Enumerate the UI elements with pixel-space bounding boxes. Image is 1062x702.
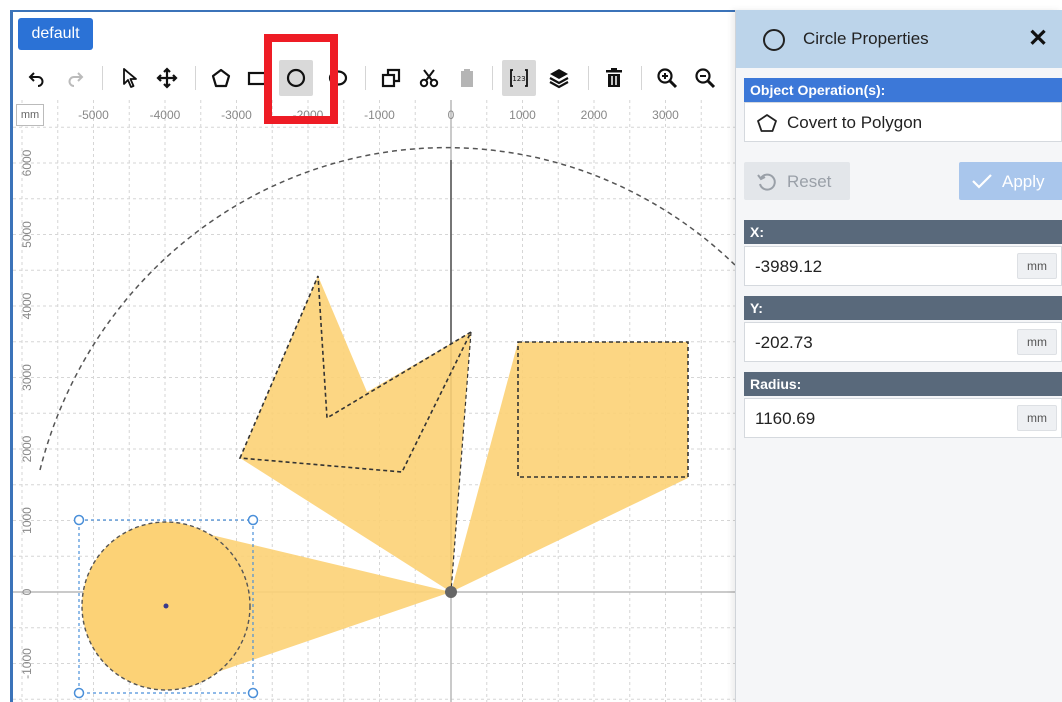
- zoom-in-icon: [657, 68, 678, 89]
- toolbar: 123: [14, 56, 739, 100]
- y-ruler-label: 2000: [20, 435, 34, 462]
- apply-label: Apply: [1002, 172, 1045, 191]
- rectangle-button[interactable]: [240, 60, 274, 96]
- rectangle-fan-shape[interactable]: [451, 342, 688, 592]
- x-ruler-label: 0: [448, 108, 455, 122]
- redo-icon: [68, 72, 84, 87]
- layer-tag[interactable]: default: [18, 18, 93, 50]
- x-ruler-label: -3000: [221, 108, 252, 122]
- pointer-icon: [123, 68, 137, 88]
- layers-icon: [549, 69, 569, 89]
- x-unit-button[interactable]: mm: [1017, 253, 1057, 279]
- x-ruler-label: -1000: [364, 108, 395, 122]
- move-icon: [156, 67, 178, 89]
- reset-label: Reset: [787, 172, 832, 191]
- toolbar-separator: [492, 66, 493, 90]
- x-ruler-label: -2000: [293, 108, 324, 122]
- zoom-in-button[interactable]: [650, 60, 684, 96]
- polygon-icon: [757, 114, 777, 132]
- polygon-fan-shape[interactable]: [240, 276, 471, 592]
- checkmark-icon: [972, 174, 992, 189]
- paste-button[interactable]: [450, 60, 484, 96]
- x-ruler-label: 3000: [652, 108, 679, 122]
- y-ruler-label: 6000: [20, 149, 34, 176]
- reset-icon: [757, 173, 776, 191]
- x-ruler-label: 1000: [509, 108, 536, 122]
- undo-icon: [28, 72, 44, 87]
- resize-handle-top-right[interactable]: [247, 514, 259, 526]
- x-ruler-label: -5000: [78, 108, 109, 122]
- x-field[interactable]: -3989.12 mm: [744, 246, 1062, 286]
- select-button[interactable]: [112, 60, 146, 96]
- circle-button[interactable]: [279, 60, 313, 96]
- radius-field[interactable]: 1160.69 mm: [744, 398, 1062, 438]
- circle-icon: [286, 68, 306, 88]
- convert-to-polygon-button[interactable]: Covert to Polygon: [744, 102, 1062, 142]
- trash-icon: [606, 68, 622, 87]
- panel-header: Circle Properties ✕: [736, 10, 1062, 68]
- clipboard-icon: [461, 69, 473, 87]
- radius-input[interactable]: 1160.69: [755, 409, 815, 429]
- circle-properties-panel: Circle Properties ✕ Object Operation(s):…: [735, 10, 1062, 702]
- y-field[interactable]: -202.73 mm: [744, 322, 1062, 362]
- coordinates-button[interactable]: 123: [502, 60, 536, 96]
- polygon-icon: [211, 68, 231, 88]
- scissors-icon: [419, 69, 439, 88]
- ellipse-button[interactable]: [320, 60, 354, 96]
- toolbar-separator: [588, 66, 589, 90]
- resize-handle-top-left[interactable]: [73, 514, 85, 526]
- redo-button[interactable]: [58, 60, 92, 96]
- cut-button[interactable]: [412, 60, 446, 96]
- canvas-svg[interactable]: -5000 -4000 -3000 -2000 -1000 0 1000 2000 3000 6…: [13, 100, 735, 702]
- radius-unit-button[interactable]: mm: [1017, 405, 1057, 431]
- toolbar-separator: [641, 66, 642, 90]
- y-ruler-label: 0: [20, 588, 34, 595]
- coordinates-icon: 123: [510, 69, 528, 87]
- x-field-label: X:: [744, 220, 1062, 244]
- origin-point: [445, 586, 457, 598]
- y-ruler-label: 4000: [20, 292, 34, 319]
- zoom-out-button[interactable]: [688, 60, 722, 96]
- y-input[interactable]: -202.73: [755, 333, 813, 353]
- drawing-canvas[interactable]: -5000 -4000 -3000 -2000 -1000 0 1000 2000 3000 6…: [13, 100, 735, 702]
- svg-text:123: 123: [512, 75, 525, 83]
- copy-icon: [381, 68, 401, 88]
- convert-to-polygon-label: Covert to Polygon: [787, 113, 923, 132]
- layers-button[interactable]: [542, 60, 576, 96]
- delete-button[interactable]: [597, 60, 631, 96]
- radius-field-label: Radius:: [744, 372, 1062, 396]
- y-unit-button[interactable]: mm: [1017, 329, 1057, 355]
- resize-handle-bottom-right[interactable]: [247, 687, 259, 699]
- y-field-label: Y:: [744, 296, 1062, 320]
- editor-top-border: [10, 10, 735, 12]
- resize-handle-bottom-left[interactable]: [73, 687, 85, 699]
- x-ruler-label: -4000: [150, 108, 181, 122]
- toolbar-separator: [365, 66, 366, 90]
- toolbar-separator: [195, 66, 196, 90]
- x-input[interactable]: -3989.12: [755, 257, 822, 277]
- y-ruler-label: 1000: [20, 507, 34, 534]
- reset-button[interactable]: Reset: [744, 162, 850, 200]
- apply-button[interactable]: Apply: [959, 162, 1062, 200]
- circle-icon: [763, 29, 785, 51]
- operations-header: Object Operation(s):: [744, 78, 1062, 102]
- y-ruler-label: 5000: [20, 221, 34, 248]
- copy-button[interactable]: [374, 60, 408, 96]
- y-ruler-label: 3000: [20, 364, 34, 391]
- toolbar-separator: [102, 66, 103, 90]
- circle-center-point: [163, 603, 169, 609]
- close-button[interactable]: ✕: [1028, 24, 1048, 53]
- rectangle-icon: [247, 71, 267, 86]
- move-button[interactable]: [150, 60, 184, 96]
- ellipse-icon: [328, 70, 348, 86]
- zoom-out-icon: [695, 68, 716, 89]
- cad-editor: default 123 -5000 -4000 -3000 -2000 -100…: [0, 0, 1062, 702]
- undo-button[interactable]: [20, 60, 54, 96]
- y-ruler-label: -1000: [20, 648, 34, 679]
- unit-indicator: mm: [16, 104, 44, 126]
- polygon-button[interactable]: [204, 60, 238, 96]
- panel-title: Circle Properties: [803, 29, 929, 48]
- x-ruler-label: 2000: [581, 108, 608, 122]
